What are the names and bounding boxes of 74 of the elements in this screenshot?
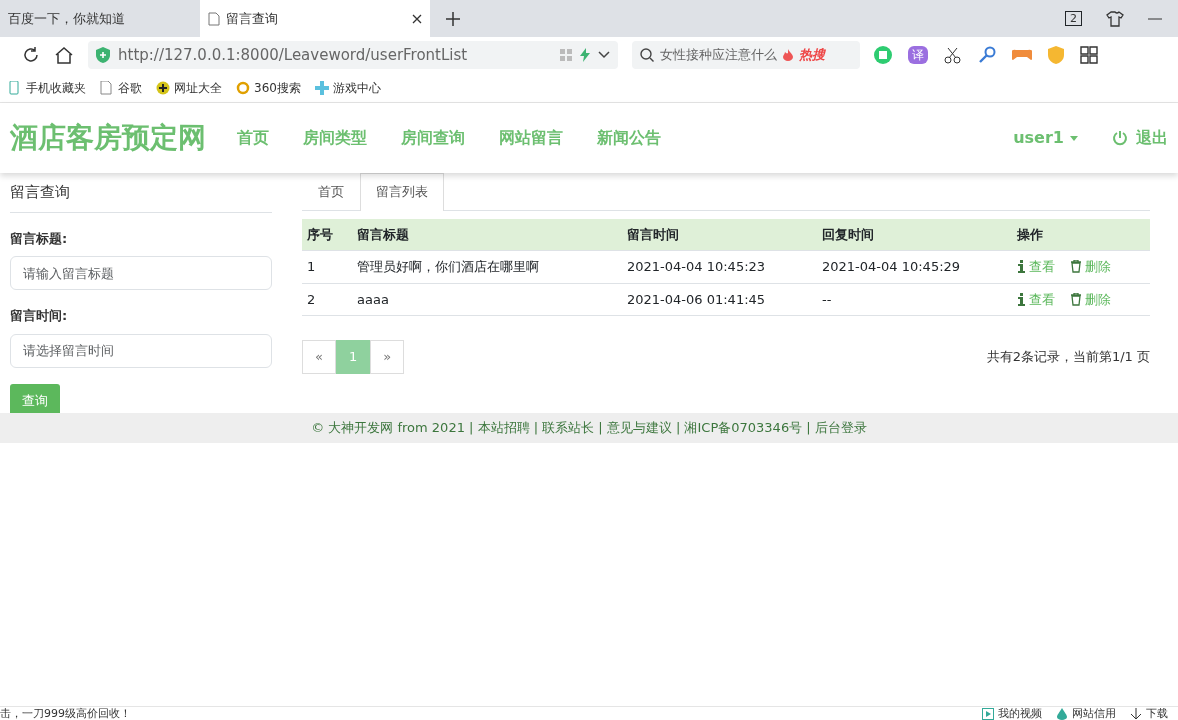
delete-link[interactable]: 删除 — [1071, 289, 1111, 309]
search-placeholder: 女性接种应注意什么 — [660, 46, 777, 65]
plus-circle-icon — [156, 80, 170, 95]
translate-button[interactable]: 译 — [908, 46, 928, 64]
shield-icon — [96, 47, 110, 63]
tab-count[interactable]: 2 — [1065, 11, 1082, 26]
address-bar[interactable]: http://127.0.0.1:8000/Leaveword/userFrontList — [88, 41, 618, 69]
table-cell: aaaa — [352, 283, 622, 316]
table-cell: 管理员好啊，你们酒店在哪里啊 — [352, 250, 622, 283]
url-text: http://127.0.0.1:8000/Leaveword/userFrontList — [118, 44, 469, 66]
home-icon[interactable] — [54, 46, 74, 64]
column-header: 回复时间 — [817, 218, 1012, 251]
power-icon — [1112, 130, 1128, 146]
column-header: 序号 — [302, 218, 352, 251]
status-message: 击，一刀999级高价回收！ — [0, 707, 131, 720]
content-tab[interactable]: 首页 — [302, 173, 360, 210]
info-icon — [1017, 292, 1025, 306]
page-icon — [100, 80, 114, 95]
close-icon[interactable] — [412, 13, 422, 24]
browser-tab[interactable]: 留言查询 — [200, 0, 430, 37]
download-icon — [1130, 707, 1142, 720]
play-icon — [982, 707, 994, 720]
info-icon — [1017, 260, 1025, 274]
ring-icon — [236, 80, 250, 95]
hot-search-label: 热搜 — [799, 46, 825, 65]
table-cell: 2 — [302, 283, 352, 316]
new-tab-icon[interactable] — [446, 11, 460, 26]
column-header: 留言时间 — [622, 218, 817, 251]
status-item[interactable]: 我的视频 — [982, 707, 1042, 720]
grid-icon[interactable] — [1080, 46, 1098, 64]
page-icon — [208, 11, 220, 26]
search-icon — [640, 48, 654, 62]
bookmark-link[interactable]: 手机收藏夹 — [8, 78, 86, 97]
minimize-icon[interactable] — [1148, 17, 1162, 20]
view-link[interactable]: 查看 — [1017, 289, 1055, 309]
bookmark-link[interactable]: 谷歌 — [100, 78, 142, 97]
status-item[interactable]: 网站信用 — [1056, 707, 1116, 720]
bookmark-link[interactable]: 360搜索 — [236, 78, 301, 97]
browser-tab[interactable]: 百度一下，你就知道 — [0, 0, 200, 37]
table-cell: 2021-04-04 10:45:29 — [817, 250, 1012, 283]
trash-icon — [1071, 292, 1081, 306]
field-label: 留言时间: — [10, 307, 69, 325]
status-item[interactable]: 下载 — [1130, 707, 1168, 720]
pagination-prev[interactable]: « — [302, 340, 336, 374]
table-cell: 1 — [302, 250, 352, 283]
delete-link[interactable]: 删除 — [1071, 257, 1111, 277]
record-summary: 共有2条记录，当前第1/1 页 — [986, 348, 1150, 366]
reload-icon[interactable] — [22, 46, 40, 64]
input-field[interactable]: 请输入留言标题 — [10, 256, 272, 290]
bookmark-link[interactable]: 游戏中心 — [314, 78, 381, 97]
field-label: 留言标题: — [10, 229, 69, 248]
panel-title: 留言查询 — [10, 181, 272, 213]
table-cell: 2021-04-06 01:41:45 — [622, 283, 817, 316]
table-cell: 2021-04-04 10:45:23 — [622, 250, 817, 283]
view-link[interactable]: 查看 — [1017, 257, 1055, 277]
footer-text: © 大神开发网 from 2021 | 本站招聘 | 联系站长 | 意见与建议 | 湘ICP备0703346号 | 后台登录 — [311, 419, 867, 438]
trash-icon — [1071, 260, 1081, 274]
flame-icon — [783, 49, 793, 61]
caret-icon — [1070, 136, 1078, 141]
phone-icon — [8, 80, 22, 95]
table-cell: -- — [817, 283, 1012, 316]
chevron-down-icon[interactable] — [598, 51, 610, 59]
pagination-next[interactable]: » — [370, 340, 405, 374]
content-tab[interactable]: 留言列表 — [360, 173, 444, 211]
input-field[interactable]: 请选择留言时间 — [10, 333, 272, 368]
bookmark-link[interactable]: 网址大全 — [156, 78, 222, 97]
scissors-icon[interactable] — [944, 46, 962, 64]
column-header: 留言标题 — [352, 218, 622, 251]
column-header: 操作 — [1012, 218, 1150, 251]
shirt-icon[interactable] — [1106, 10, 1124, 27]
search-field[interactable]: 女性接种应注意什么 热搜 — [632, 41, 860, 69]
cross-icon — [314, 80, 329, 95]
key-icon[interactable] — [978, 46, 996, 64]
drop-icon — [1056, 707, 1068, 720]
